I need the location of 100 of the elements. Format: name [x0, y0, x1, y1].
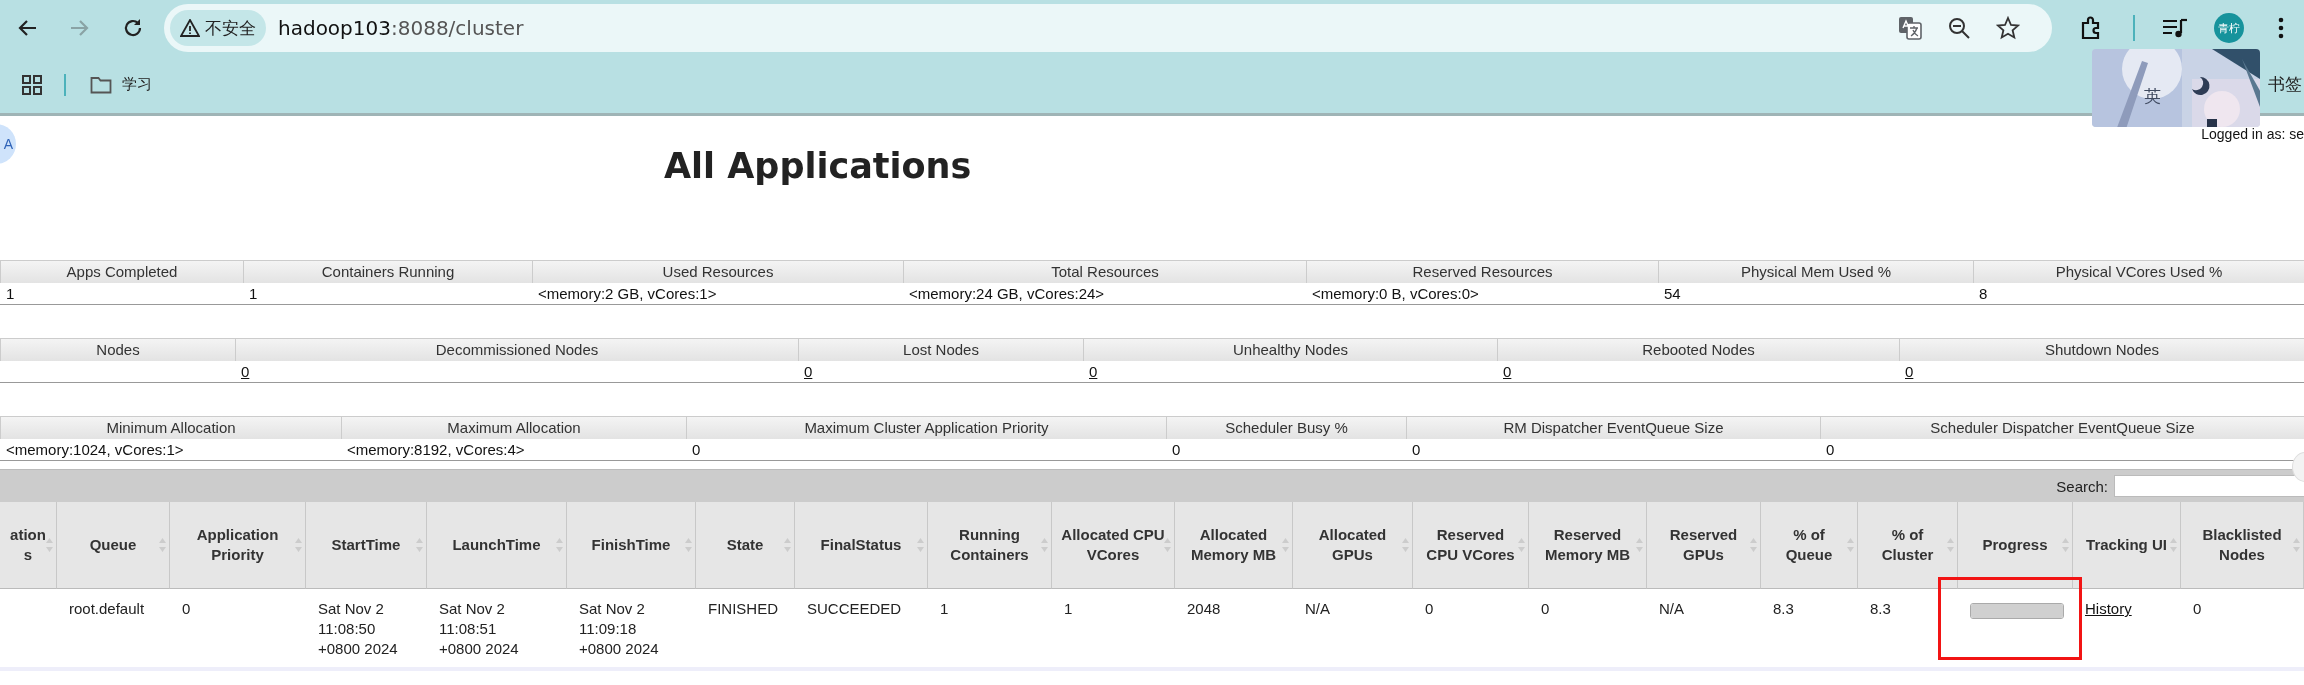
- table-cell: 54: [1664, 285, 1681, 302]
- column-header[interactable]: Queue: [57, 502, 170, 589]
- sort-icon[interactable]: [1402, 538, 1409, 552]
- column-header: Minimum Allocation: [0, 416, 341, 439]
- table-link[interactable]: 0: [1089, 363, 1098, 380]
- column-header[interactable]: ation s: [0, 502, 57, 589]
- sort-icon[interactable]: [556, 538, 563, 552]
- sort-icon[interactable]: [46, 538, 53, 552]
- sort-icon[interactable]: [917, 538, 924, 552]
- profile-avatar[interactable]: 青柠: [2214, 13, 2244, 43]
- sort-icon[interactable]: [159, 538, 166, 552]
- column-header[interactable]: Allocated Memory MB: [1175, 502, 1293, 589]
- sort-icon[interactable]: [685, 538, 692, 552]
- translate-icon[interactable]: [1898, 16, 1922, 40]
- table-cell: 0: [1172, 441, 1181, 458]
- table-cell: 1: [6, 285, 15, 302]
- column-header: Containers Running: [243, 260, 532, 283]
- table-cell: Sat Nov 2 11:08:50 +0800 2024: [318, 600, 398, 657]
- sort-icon[interactable]: [2062, 538, 2069, 552]
- column-header: Scheduler Busy %: [1166, 416, 1406, 439]
- history-link[interactable]: History: [2085, 600, 2132, 617]
- table-link[interactable]: 0: [1905, 363, 1914, 380]
- table-cell: <memory:1024, vCores:1>: [6, 441, 184, 458]
- sort-icon[interactable]: [1282, 538, 1289, 552]
- playlist-icon[interactable]: [2162, 17, 2188, 39]
- column-header[interactable]: LaunchTime: [427, 502, 567, 589]
- sort-icon[interactable]: [1164, 538, 1171, 552]
- table-cell: <memory:0 B, vCores:0>: [1312, 285, 1479, 302]
- column-header[interactable]: Running Containers: [928, 502, 1052, 589]
- column-header: Rebooted Nodes: [1497, 338, 1899, 361]
- column-header[interactable]: Tracking UI: [2073, 502, 2181, 589]
- table-link[interactable]: 0: [804, 363, 813, 380]
- all-bookmarks-label[interactable]: 书签: [2268, 73, 2302, 96]
- puzzle-icon[interactable]: [2080, 16, 2102, 40]
- table-cell: FINISHED: [708, 600, 778, 617]
- table-cell: <memory:2 GB, vCores:1>: [538, 285, 717, 302]
- table-cell: 1: [249, 285, 258, 302]
- sort-icon[interactable]: [1041, 538, 1048, 552]
- sort-icon[interactable]: [2170, 538, 2177, 552]
- sort-icon[interactable]: [295, 538, 302, 552]
- column-header[interactable]: State: [696, 502, 795, 589]
- table-cell: 1: [1064, 600, 1073, 617]
- bookmark-item[interactable]: 学习: [84, 71, 158, 98]
- column-header[interactable]: Reserved CPU VCores: [1413, 502, 1529, 589]
- column-header[interactable]: FinishTime: [567, 502, 696, 589]
- page-title: All Applications: [664, 146, 972, 186]
- column-header: Maximum Allocation: [341, 416, 686, 439]
- sort-icon[interactable]: [1947, 538, 1954, 552]
- folder-icon: [90, 75, 112, 94]
- star-icon[interactable]: [1996, 16, 2020, 40]
- floating-button[interactable]: A: [0, 124, 16, 164]
- sort-icon[interactable]: [784, 538, 791, 552]
- column-header[interactable]: Blacklisted Nodes: [2181, 502, 2304, 589]
- table-cell: 8.3: [1870, 600, 1891, 617]
- security-label: 不安全: [205, 16, 256, 40]
- table-cell: SUCCEEDED: [807, 600, 902, 617]
- ime-toolbar[interactable]: 英: [2092, 49, 2260, 127]
- column-header[interactable]: StartTime: [306, 502, 427, 589]
- table-cell: 0: [1425, 600, 1434, 617]
- table-cell: Sat Nov 2 11:09:18 +0800 2024: [579, 600, 659, 657]
- apps-grid-icon[interactable]: [22, 74, 42, 95]
- zoom-out-icon[interactable]: [1948, 17, 1970, 39]
- sort-icon[interactable]: [2293, 538, 2300, 552]
- table-cell: 8: [1979, 285, 1988, 302]
- table-cell: 0: [182, 600, 191, 617]
- reload-icon[interactable]: [122, 17, 144, 39]
- column-header: Shutdown Nodes: [1899, 338, 2304, 361]
- table-link[interactable]: 0: [241, 363, 250, 380]
- table-cell: 0: [1826, 441, 1835, 458]
- sort-icon[interactable]: [1518, 538, 1525, 552]
- more-icon[interactable]: [2278, 16, 2284, 40]
- column-header[interactable]: Reserved GPUs: [1647, 502, 1761, 589]
- column-header: Physical Mem Used %: [1658, 260, 1973, 283]
- column-header[interactable]: % of Cluster: [1858, 502, 1958, 589]
- sort-icon[interactable]: [1750, 538, 1757, 552]
- table-cell: root.default: [69, 600, 145, 617]
- column-header: Total Resources: [903, 260, 1306, 283]
- column-header[interactable]: Progress: [1958, 502, 2073, 589]
- table-cell: 0: [1412, 441, 1421, 458]
- search-field[interactable]: [2114, 475, 2304, 497]
- ime-mode-label[interactable]: 英: [2144, 85, 2161, 108]
- column-header: Physical VCores Used %: [1973, 260, 2304, 283]
- url-text: hadoop103:8088/cluster: [278, 16, 524, 40]
- column-header[interactable]: FinalStatus: [795, 502, 928, 589]
- sort-icon[interactable]: [1847, 538, 1854, 552]
- column-header: Used Resources: [532, 260, 903, 283]
- security-chip[interactable]: 不安全: [170, 10, 266, 46]
- column-header[interactable]: Reserved Memory MB: [1529, 502, 1647, 589]
- column-header: Nodes: [0, 338, 235, 361]
- table-link[interactable]: 0: [1503, 363, 1512, 380]
- column-header[interactable]: Application Priority: [170, 502, 306, 589]
- table-cell: N/A: [1305, 600, 1330, 617]
- address-bar[interactable]: 不安全 hadoop103:8088/cluster: [164, 4, 2052, 52]
- column-header[interactable]: % of Queue: [1761, 502, 1858, 589]
- sort-icon[interactable]: [416, 538, 423, 552]
- sort-icon[interactable]: [1636, 538, 1643, 552]
- column-header[interactable]: Allocated CPU VCores: [1052, 502, 1175, 589]
- column-header[interactable]: Allocated GPUs: [1293, 502, 1413, 589]
- table-cell: 0: [1541, 600, 1550, 617]
- login-status: Logged in as: se: [2201, 126, 2304, 142]
